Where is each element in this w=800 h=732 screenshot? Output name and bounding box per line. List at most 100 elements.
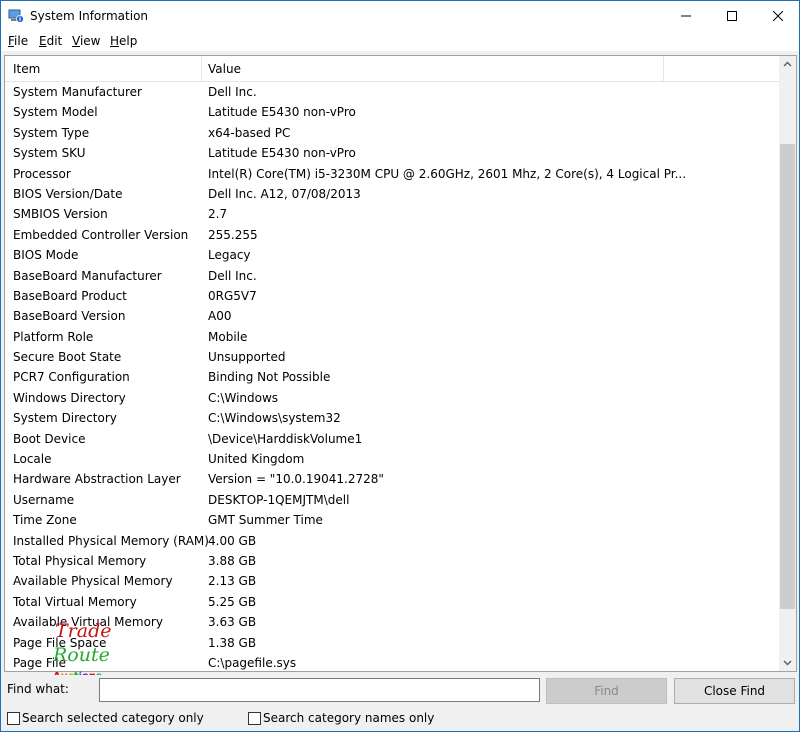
search-selected-category-checkbox[interactable]: Search selected category only <box>7 711 204 727</box>
row-value: 4.00 GB <box>208 533 257 548</box>
checkbox-label: Search selected category only <box>22 711 204 725</box>
table-row[interactable]: BaseBoard Version A00 <box>5 306 779 326</box>
window-title: System Information <box>30 9 149 23</box>
table-row[interactable]: Username DESKTOP-1QEMJTM\dell <box>5 490 779 510</box>
table-row[interactable]: System Directory C:\Windows\system32 <box>5 408 779 428</box>
table-row[interactable]: Embedded Controller Version 255.255 <box>5 225 779 245</box>
minimize-button[interactable] <box>663 1 709 31</box>
row-value: C:\Windows <box>208 390 279 405</box>
table-row[interactable]: Available Physical Memory 2.13 GB <box>5 571 779 591</box>
column-divider[interactable] <box>201 56 202 82</box>
row-item: BaseBoard Manufacturer <box>13 268 162 283</box>
table-row[interactable]: System Model Latitude E5430 non-vPro <box>5 102 779 122</box>
close-window-button[interactable] <box>755 1 800 31</box>
row-value: Dell Inc. A12, 07/08/2013 <box>208 186 361 201</box>
row-value: x64-based PC <box>208 125 291 140</box>
table-row[interactable]: Total Physical Memory 3.88 GB <box>5 551 779 571</box>
row-item: Platform Role <box>13 329 94 344</box>
menu-help[interactable]: Help <box>110 34 137 48</box>
table-row[interactable]: BIOS Version/Date Dell Inc. A12, 07/08/20… <box>5 184 779 204</box>
menu-file[interactable]: File <box>8 34 28 48</box>
table-row[interactable]: Installed Physical Memory (RAM) 4.00 GB <box>5 531 779 551</box>
vertical-scrollbar[interactable] <box>779 56 796 671</box>
scroll-thumb[interactable] <box>780 144 795 609</box>
row-value: 2.7 <box>208 207 228 222</box>
menu-edit[interactable]: Edit <box>39 34 62 48</box>
row-item: Processor <box>13 166 71 181</box>
row-value: Dell Inc. <box>208 85 257 99</box>
find-what-input[interactable] <box>99 678 540 702</box>
find-bar: Find what: Find Close Find Search select… <box>1 675 799 731</box>
table-row[interactable]: Boot Device \Device\HarddiskVolume1 <box>5 429 779 449</box>
row-item: PCR7 Configuration <box>13 370 130 385</box>
row-value: Intel(R) Core(TM) i5-3230M CPU @ 2.60GHz… <box>208 166 687 181</box>
column-header-value[interactable]: Value <box>208 62 241 76</box>
table-row[interactable]: SMBIOS Version 2.7 <box>5 204 779 224</box>
table-row[interactable]: BaseBoard Manufacturer Dell Inc. <box>5 266 779 286</box>
row-item: BIOS Mode <box>13 248 79 263</box>
table-row[interactable]: Locale United Kingdom <box>5 449 779 469</box>
table-row[interactable]: System Manufacturer Dell Inc. <box>5 82 779 102</box>
chevron-down-icon <box>783 660 792 666</box>
table-row[interactable]: Secure Boot State Unsupported <box>5 347 779 367</box>
maximize-button[interactable] <box>709 1 755 31</box>
table-row[interactable]: System Type x64-based PC <box>5 123 779 143</box>
table-row[interactable]: Platform Role Mobile <box>5 327 779 347</box>
find-button[interactable]: Find <box>546 678 667 704</box>
table-row[interactable]: PCR7 Configuration Binding Not Possible <box>5 367 779 387</box>
row-value: Mobile <box>208 329 248 344</box>
table-row[interactable]: Total Virtual Memory 5.25 GB <box>5 592 779 612</box>
find-what-label: Find what: <box>7 682 69 696</box>
row-item: Secure Boot State <box>13 350 122 365</box>
row-value: 255.255 <box>208 227 258 242</box>
row-item: System Directory <box>13 411 117 426</box>
row-value: 0RG5V7 <box>208 288 257 303</box>
list-rows: System Manufacturer Dell Inc. System Model… <box>5 82 779 671</box>
table-row[interactable]: BIOS Mode Legacy <box>5 245 779 265</box>
menu-view[interactable]: View <box>72 34 100 48</box>
row-item: Embedded Controller Version <box>13 227 189 242</box>
checkbox-box[interactable] <box>7 712 20 725</box>
row-item: Hardware Abstraction Layer <box>13 472 181 487</box>
row-value: Dell Inc. <box>208 268 257 283</box>
system-information-icon <box>8 8 24 24</box>
scroll-up-button[interactable] <box>779 56 796 73</box>
list-header: Item Value <box>5 56 779 82</box>
table-row[interactable]: Time Zone GMT Summer Time <box>5 510 779 530</box>
row-value: A00 <box>208 309 232 324</box>
scroll-down-button[interactable] <box>779 654 796 671</box>
table-row[interactable]: Hardware Abstraction Layer Version = "10.… <box>5 469 779 489</box>
row-value: Version = "10.0.19041.2728" <box>208 472 384 487</box>
row-value: 1.38 GB <box>208 635 257 650</box>
row-item: Windows Directory <box>13 390 126 405</box>
table-row[interactable]: System SKU Latitude E5430 non-vPro <box>5 143 779 163</box>
row-item: Time Zone <box>13 513 77 528</box>
row-item: Username <box>13 492 75 507</box>
search-category-names-checkbox[interactable]: Search category names only <box>248 711 434 727</box>
checkbox-box[interactable] <box>248 712 261 725</box>
row-item: Available Physical Memory <box>13 574 173 589</box>
title-bar: System Information <box>1 1 799 31</box>
row-item: BaseBoard Product <box>13 288 127 303</box>
row-item: BIOS Version/Date <box>13 186 123 201</box>
menu-bar: File Edit View Help <box>1 31 799 51</box>
row-item: System Type <box>13 125 90 140</box>
row-value: DESKTOP-1QEMJTM\dell <box>208 492 350 507</box>
close-find-button[interactable]: Close Find <box>674 678 795 704</box>
column-divider[interactable] <box>663 56 664 82</box>
table-row[interactable]: BaseBoard Product 0RG5V7 <box>5 286 779 306</box>
row-value: GMT Summer Time <box>208 513 323 528</box>
chevron-up-icon <box>783 61 792 67</box>
row-item: System Manufacturer <box>13 85 142 99</box>
table-row[interactable]: Windows Directory C:\Windows <box>5 388 779 408</box>
row-item: Total Physical Memory <box>13 553 147 568</box>
watermark-line-2: Route <box>53 644 110 666</box>
row-value: C:\Windows\system32 <box>208 411 341 426</box>
column-header-item[interactable]: Item <box>13 62 40 76</box>
row-item: SMBIOS Version <box>13 207 108 222</box>
row-item: Boot Device <box>13 431 86 446</box>
row-item: System Model <box>13 105 98 120</box>
row-item: BaseBoard Version <box>13 309 126 324</box>
table-row[interactable]: Processor Intel(R) Core(TM) i5-3230M CPU … <box>5 164 779 184</box>
row-value: 5.25 GB <box>208 594 257 609</box>
